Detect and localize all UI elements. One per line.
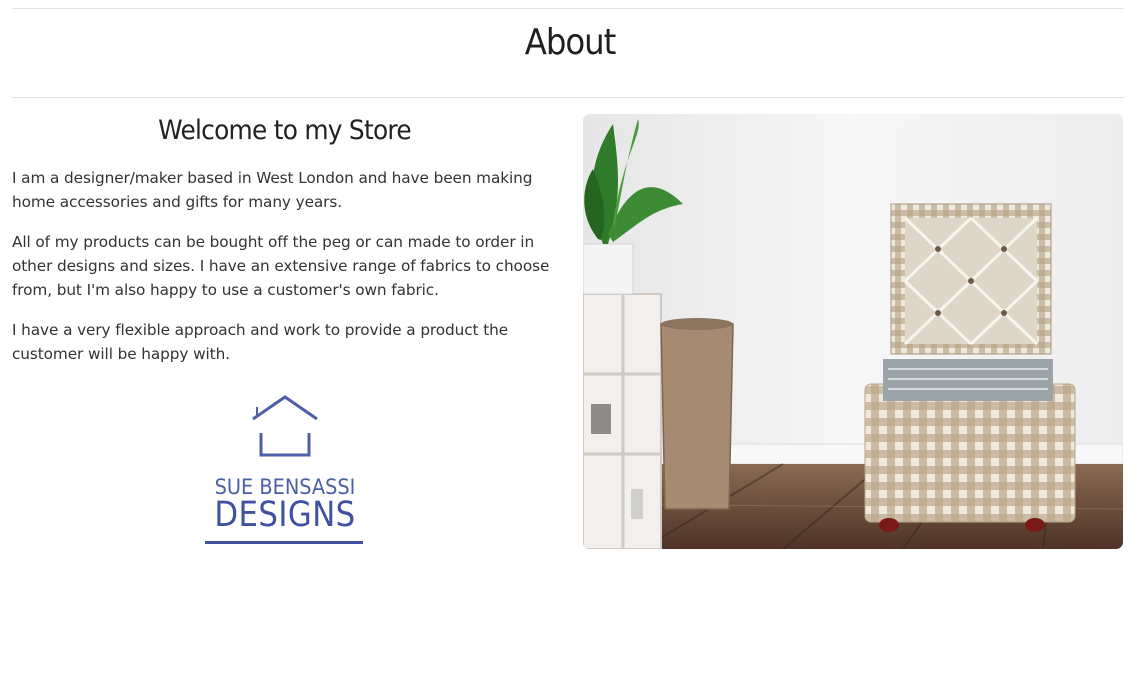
about-page: About Welcome to my Store I am a designe… <box>0 0 1140 680</box>
logo-underline <box>205 541 363 544</box>
gingham-storage-ottoman-photo <box>583 114 1123 549</box>
product-photo-illustration <box>583 114 1123 549</box>
house-outline-icon <box>252 395 318 457</box>
welcome-heading: Welcome to my Store <box>158 115 412 146</box>
brand-logo: SUE BENSASSI DESIGNS <box>195 393 375 553</box>
top-divider <box>12 8 1124 9</box>
intro-paragraph-1: I am a designer/maker based in West Lond… <box>12 169 533 211</box>
intro-paragraph-3: I have a very flexible approach and work… <box>12 321 509 363</box>
title-divider <box>12 97 1124 98</box>
intro-section: Welcome to my Store I am a designer/make… <box>12 110 557 382</box>
page-title: About <box>524 22 616 63</box>
intro-paragraph-2: All of my products can be bought off the… <box>12 233 550 299</box>
logo-designs-text: DESIGNS <box>214 495 356 535</box>
